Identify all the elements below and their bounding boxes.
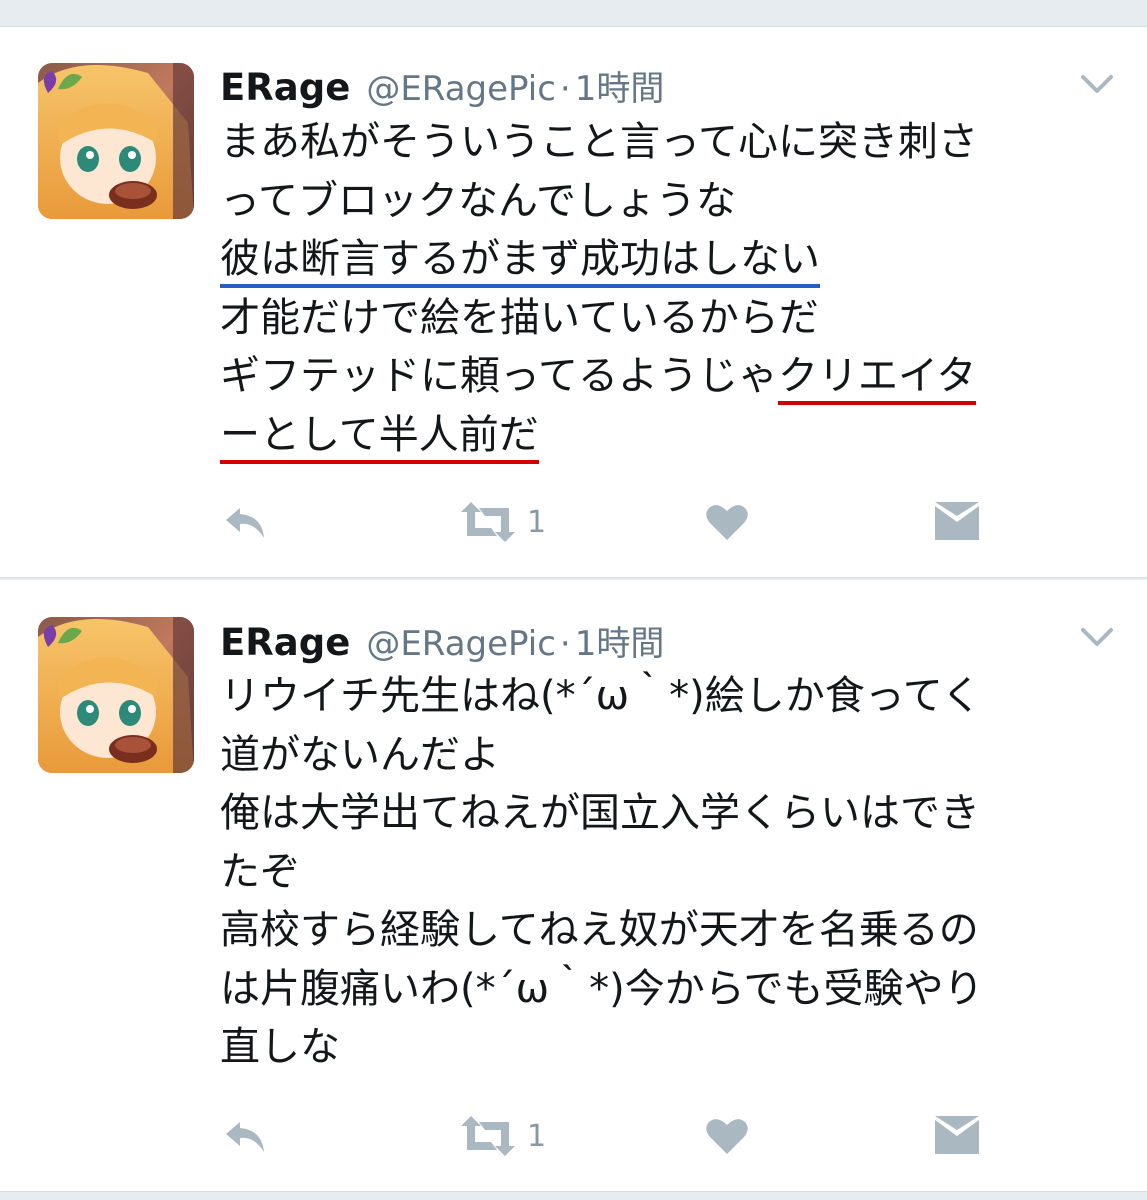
text-line: 高校すら経験してねえ奴が天才を名乗るの: [220, 907, 979, 953]
text-line: ギフテッドに頼ってるようじゃクリエイタ: [220, 347, 1100, 406]
tweet-text: まあ私がそういうこと言って心に突き刺さ ってブロックなんでしょうな 彼は断言する…: [220, 113, 1100, 464]
like-button[interactable]: [705, 500, 749, 544]
retweet-button[interactable]: 1: [457, 500, 546, 544]
retweet-count: 1: [527, 1118, 547, 1154]
retweet-icon: [461, 502, 515, 542]
display-name[interactable]: ERage: [220, 66, 350, 109]
text-line: 俺は大学出てねえが国立入学くらいはでき: [220, 790, 980, 836]
text-line: 才能だけで絵を描いているからだ: [220, 294, 819, 341]
tweet-text: リウイチ先生はね(*´ω｀*)絵しか食ってく 道がないんだよ 俺は大学出てねえが…: [220, 667, 1100, 1077]
timestamp[interactable]: 1時間: [575, 616, 665, 665]
retweet-count: 1: [527, 504, 547, 540]
envelope-icon: [935, 1116, 979, 1154]
direct-message-button[interactable]: [933, 500, 981, 544]
tweet[interactable]: ERage @ERagePic · 1時間 リウイチ先生はね(*´ω｀*)絵しか…: [0, 580, 1147, 1192]
text-line: 直しな: [220, 1024, 340, 1070]
underlined-text: 彼は断言するがまず成功はしない: [220, 236, 820, 288]
top-bar: [0, 0, 1147, 27]
like-button[interactable]: [705, 1114, 749, 1158]
envelope-icon: [935, 502, 979, 540]
underlined-text: ーとして半人前だ: [220, 411, 539, 464]
action-bar: 1: [220, 500, 1040, 544]
reply-button[interactable]: [222, 500, 270, 544]
text-line: ーとして半人前だ: [220, 406, 1100, 465]
display-name[interactable]: ERage: [220, 621, 350, 664]
timestamp[interactable]: 1時間: [575, 61, 665, 110]
chevron-down-icon[interactable]: [1080, 626, 1114, 650]
avatar[interactable]: [38, 617, 194, 773]
chevron-down-icon[interactable]: [1080, 73, 1114, 97]
text-line: リウイチ先生はね(*´ω｀*)絵しか食ってく: [220, 673, 982, 719]
tweet-header: ERage @ERagePic · 1時間: [220, 61, 664, 109]
text-line: まあ私がそういうこと言って心に突き刺さ: [220, 119, 978, 165]
direct-message-button[interactable]: [933, 1114, 981, 1158]
reply-button[interactable]: [222, 1114, 270, 1158]
heart-icon: [706, 1119, 748, 1154]
text-line: たぞ: [220, 848, 300, 895]
text-segment: ギフテッドに頼ってるようじゃ: [220, 353, 778, 399]
separator: ·: [559, 624, 571, 664]
retweet-button[interactable]: 1: [457, 1114, 546, 1158]
username[interactable]: @ERagePic: [366, 69, 556, 109]
reply-icon: [226, 1122, 264, 1152]
tweet[interactable]: ERage @ERagePic · 1時間 まあ私がそういうこと言って心に突き刺…: [0, 27, 1147, 578]
avatar[interactable]: [38, 63, 194, 219]
underlined-text: クリエイタ: [778, 353, 977, 405]
heart-icon: [706, 505, 748, 540]
action-bar: 1: [220, 1114, 1040, 1158]
retweet-icon: [461, 1116, 515, 1156]
text-line: 彼は断言するがまず成功はしない: [220, 230, 1100, 289]
text-line: ってブロックなんでしょうな: [220, 177, 736, 224]
separator: ·: [559, 69, 571, 109]
username[interactable]: @ERagePic: [366, 624, 556, 664]
tweet-header: ERage @ERagePic · 1時間: [220, 616, 664, 664]
text-line: は片腹痛いわ(*´ω｀*)今からでも受験やり: [220, 965, 984, 1012]
text-line: 道がないんだよ: [220, 731, 500, 778]
reply-icon: [226, 508, 264, 538]
